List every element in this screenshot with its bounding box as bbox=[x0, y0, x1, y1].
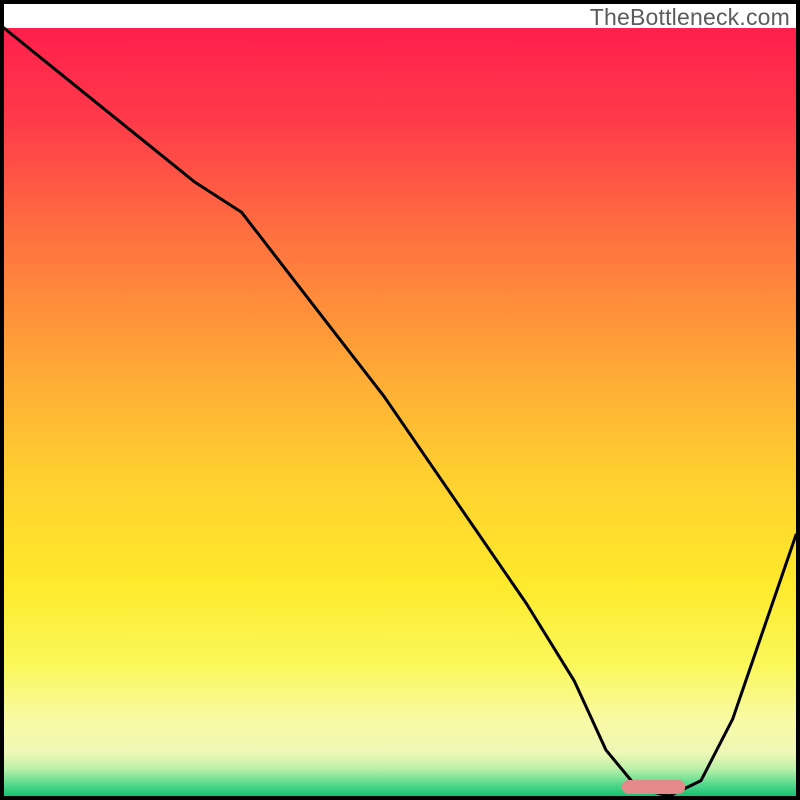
chart-background bbox=[4, 28, 796, 796]
watermark-text: TheBottleneck.com bbox=[590, 4, 790, 31]
bottleneck-chart bbox=[0, 0, 800, 800]
optimal-range-marker bbox=[622, 780, 685, 794]
chart-stage: TheBottleneck.com bbox=[0, 0, 800, 800]
